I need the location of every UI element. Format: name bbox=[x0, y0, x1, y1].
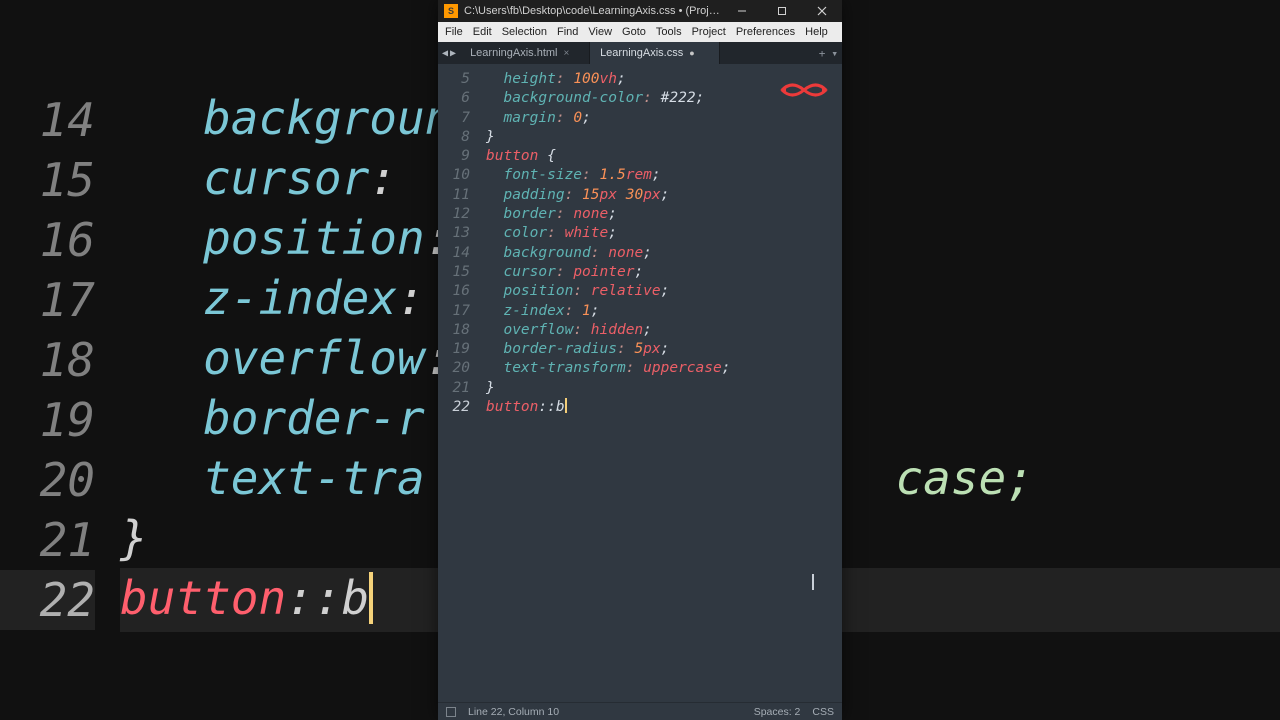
tab-learningaxis-html[interactable]: LearningAxis.html × bbox=[460, 42, 590, 64]
minimize-button[interactable] bbox=[722, 0, 762, 22]
editor-window: S C:\Users\fb\Desktop\code\LearningAxis.… bbox=[438, 0, 842, 720]
indentation-selector[interactable]: Spaces: 2 bbox=[754, 706, 801, 718]
new-tab-icon[interactable]: + bbox=[819, 47, 826, 60]
bg-ln: 22 bbox=[0, 570, 95, 630]
tabbar: ◀ ▶ LearningAxis.html × LearningAxis.css… bbox=[438, 42, 842, 64]
bg-ln: 20 bbox=[0, 450, 95, 510]
titlebar[interactable]: S C:\Users\fb\Desktop\code\LearningAxis.… bbox=[438, 0, 842, 22]
app-icon: S bbox=[444, 4, 458, 18]
close-icon bbox=[817, 6, 827, 16]
menu-file[interactable]: File bbox=[440, 26, 468, 38]
close-button[interactable] bbox=[802, 0, 842, 22]
nav-forward-icon[interactable]: ▶ bbox=[450, 48, 456, 59]
bg-ln: 21 bbox=[0, 510, 95, 570]
menu-view[interactable]: View bbox=[583, 26, 617, 38]
panel-toggle-icon[interactable] bbox=[446, 707, 456, 717]
bg-ln: 17 bbox=[0, 270, 95, 330]
menu-project[interactable]: Project bbox=[687, 26, 731, 38]
tab-dropdown-icon[interactable]: ▾ bbox=[831, 47, 838, 60]
menu-help[interactable]: Help bbox=[800, 26, 833, 38]
menu-goto[interactable]: Goto bbox=[617, 26, 651, 38]
nav-back-icon[interactable]: ◀ bbox=[442, 48, 448, 59]
channel-logo-icon bbox=[780, 78, 828, 102]
menubar: File Edit Selection Find View Goto Tools… bbox=[438, 22, 842, 42]
bg-ln: 18 bbox=[0, 330, 95, 390]
bg-gutter: 14 15 16 17 18 19 20 21 22 bbox=[0, 90, 120, 630]
bg-ln: 15 bbox=[0, 150, 95, 210]
code-area[interactable]: height: 100vh; background-color: #222; m… bbox=[480, 64, 842, 702]
tab-learningaxis-css[interactable]: LearningAxis.css ● bbox=[590, 42, 720, 64]
bg-ln: 19 bbox=[0, 390, 95, 450]
menu-selection[interactable]: Selection bbox=[497, 26, 552, 38]
text-cursor-icon bbox=[812, 574, 814, 590]
menu-edit[interactable]: Edit bbox=[468, 26, 497, 38]
menu-find[interactable]: Find bbox=[552, 26, 583, 38]
syntax-selector[interactable]: CSS bbox=[812, 706, 834, 718]
statusbar: Line 22, Column 10 Spaces: 2 CSS bbox=[438, 702, 842, 720]
editor-area[interactable]: 5678910111213141516171819202122 height: … bbox=[438, 64, 842, 702]
tab-history-nav: ◀ ▶ bbox=[438, 42, 460, 64]
line-gutter: 5678910111213141516171819202122 bbox=[438, 64, 480, 702]
window-buttons bbox=[722, 0, 842, 22]
menu-tools[interactable]: Tools bbox=[651, 26, 687, 38]
maximize-button[interactable] bbox=[762, 0, 802, 22]
bg-ln: 14 bbox=[0, 90, 95, 150]
cursor-position[interactable]: Line 22, Column 10 bbox=[468, 706, 559, 718]
tab-close-icon[interactable]: × bbox=[564, 48, 570, 59]
minimize-icon bbox=[737, 6, 747, 16]
tab-label: LearningAxis.css bbox=[600, 47, 683, 59]
window-title: C:\Users\fb\Desktop\code\LearningAxis.cs… bbox=[464, 5, 722, 17]
maximize-icon bbox=[777, 6, 787, 16]
tabbar-right: + ▾ bbox=[819, 42, 842, 64]
tab-dirty-icon: ● bbox=[689, 48, 694, 58]
tab-label: LearningAxis.html bbox=[470, 47, 557, 59]
bg-cursor-icon bbox=[369, 572, 373, 624]
bg-ln: 16 bbox=[0, 210, 95, 270]
menu-preferences[interactable]: Preferences bbox=[731, 26, 800, 38]
